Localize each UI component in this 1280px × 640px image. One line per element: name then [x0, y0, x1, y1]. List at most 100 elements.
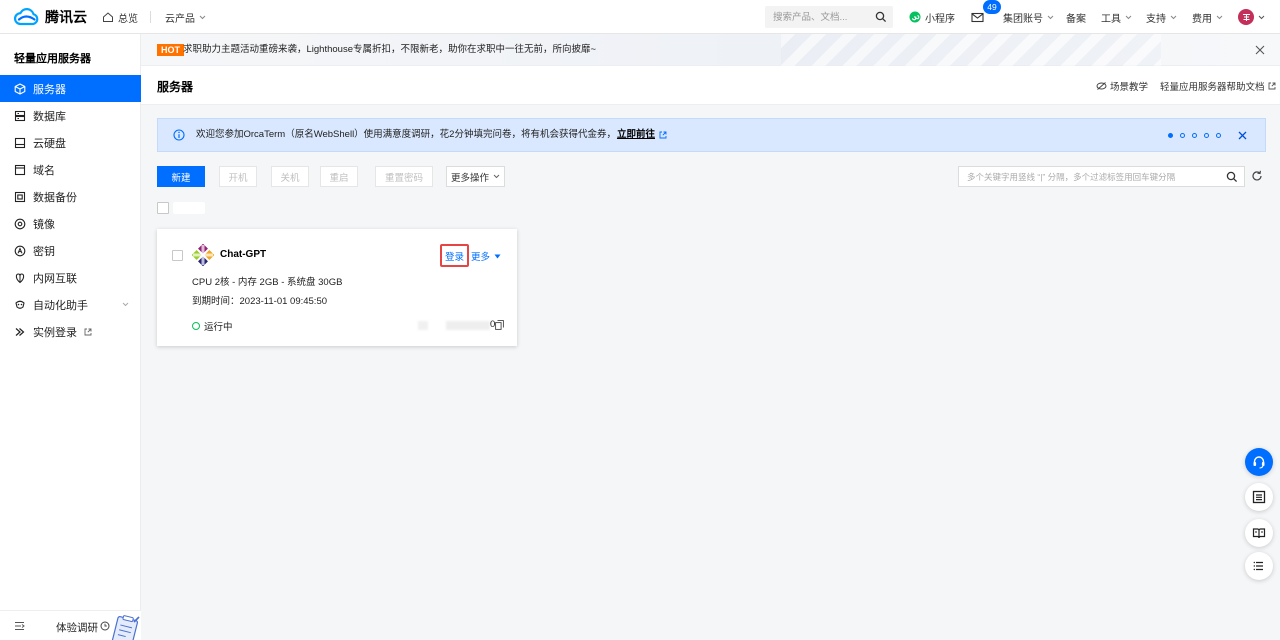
miniprogram-link[interactable]: 小程序	[909, 0, 955, 34]
refresh-icon[interactable]	[1251, 170, 1263, 182]
messages-button[interactable]	[971, 0, 984, 34]
external-link-icon	[1268, 82, 1276, 90]
products-label: 云产品	[165, 13, 195, 25]
login-label: 登录	[444, 251, 464, 263]
carousel-dot[interactable]	[1216, 133, 1221, 138]
support-menu[interactable]: 支持	[1146, 0, 1177, 34]
customer-service-button[interactable]	[1245, 448, 1273, 476]
document-list-icon	[1252, 490, 1266, 504]
tencent-cloud-logo-icon	[13, 7, 40, 27]
network-icon	[14, 272, 26, 284]
restart-button[interactable]: 重启	[320, 166, 358, 187]
menu-button[interactable]	[1245, 552, 1273, 580]
caret-down-icon	[494, 254, 501, 259]
avatar[interactable]	[1238, 9, 1254, 25]
beian-link[interactable]: 备案	[1066, 0, 1086, 34]
chevron-down-icon	[1047, 15, 1054, 20]
start-button[interactable]: 开机	[219, 166, 257, 187]
login-button[interactable]: 登录	[440, 244, 469, 267]
instance-more-menu[interactable]: 更多	[471, 249, 501, 263]
close-icon[interactable]	[1255, 45, 1265, 55]
global-search	[765, 6, 893, 28]
book-icon	[1252, 526, 1266, 540]
promo-text[interactable]: 求职助力主题活动重磅来袭，Lighthouse专属折扣，不限新老，助你在求职中一…	[183, 43, 596, 57]
support-label: 支持	[1146, 13, 1166, 25]
login-icon	[14, 326, 26, 338]
promo-banner[interactable]: HOT 求职助力主题活动重磅来袭，Lighthouse专属折扣，不限新老，助你在…	[141, 34, 1280, 66]
user-menu-toggle[interactable]	[1258, 0, 1265, 34]
external-link-icon[interactable]	[659, 131, 667, 139]
sidebar-footer: 体验调研	[0, 610, 141, 640]
notice-link[interactable]: 立即前往	[617, 128, 655, 142]
menu-list-icon	[1253, 560, 1265, 572]
sidebar-item-label: 数据库	[33, 110, 66, 123]
carousel-dot[interactable]	[1192, 133, 1197, 138]
chevron-down-icon	[1170, 15, 1177, 20]
notice-text-row: 欢迎您参加OrcaTerm（原名WebShell）使用满意度调研，花2分钟填完问…	[196, 128, 667, 142]
hot-badge: HOT	[157, 44, 184, 56]
sidebar-item-label: 域名	[33, 164, 55, 177]
account-menu[interactable]: 集团账号	[1003, 0, 1054, 34]
page-header: 服务器 场景教学 轻量应用服务器帮助文档	[141, 66, 1280, 105]
more-label: 更多	[471, 252, 491, 263]
carousel-dot[interactable]	[1168, 133, 1173, 138]
more-actions-label: 更多操作	[450, 172, 489, 184]
instance-name[interactable]: Chat-GPT	[220, 249, 266, 260]
redacted-ip	[446, 321, 490, 330]
survey-clipboard-icon	[108, 613, 141, 640]
carousel-dot[interactable]	[1180, 133, 1185, 138]
chevron-down-icon	[122, 302, 129, 307]
scene-tutorial-label: 场景教学	[1110, 81, 1149, 93]
select-all-checkbox[interactable]	[157, 202, 169, 214]
divider	[150, 11, 151, 23]
sidebar-item-database[interactable]: 数据库	[0, 102, 141, 129]
stop-button[interactable]: 关机	[271, 166, 309, 187]
survey-label[interactable]: 体验调研	[56, 620, 98, 635]
sidebar-item-domain[interactable]: 域名	[0, 156, 141, 183]
sidebar-item-intranet[interactable]: 内网互联	[0, 264, 141, 291]
logo[interactable]: 腾讯云	[13, 0, 87, 34]
main-content: HOT 求职助力主题活动重磅来袭，Lighthouse专属折扣，不限新老，助你在…	[141, 34, 1280, 640]
chevron-down-icon	[493, 174, 500, 179]
logo-text: 腾讯云	[45, 9, 87, 25]
reset-password-button[interactable]: 重置密码	[375, 166, 433, 187]
instance-expiry: 到期时间：2023-11-01 09:45:50	[192, 296, 328, 307]
more-actions-button[interactable]: 更多操作	[446, 166, 505, 187]
close-icon[interactable]	[1238, 131, 1247, 140]
carousel-dot[interactable]	[1204, 133, 1209, 138]
sidebar-item-keys[interactable]: 密钥	[0, 237, 141, 264]
instance-checkbox[interactable]	[172, 250, 183, 261]
overview-label: 总览	[118, 13, 138, 25]
search-icon[interactable]	[875, 11, 887, 23]
overview-link[interactable]: 总览	[102, 0, 138, 34]
tools-menu[interactable]: 工具	[1101, 0, 1132, 34]
chevron-down-icon	[1216, 15, 1223, 20]
sidebar-item-backup[interactable]: 数据备份	[0, 183, 141, 210]
miniprogram-label: 小程序	[925, 13, 955, 25]
collapse-sidebar-icon[interactable]	[14, 621, 25, 631]
search-icon[interactable]	[1226, 171, 1238, 183]
documents-button[interactable]	[1245, 483, 1273, 511]
sidebar-item-label: 镜像	[33, 218, 55, 231]
backup-icon	[14, 191, 26, 203]
database-icon	[14, 110, 26, 122]
billing-menu[interactable]: 费用	[1192, 0, 1223, 34]
products-menu[interactable]: 云产品	[165, 0, 206, 34]
global-search-input[interactable]	[765, 6, 893, 28]
help-docs-label: 轻量应用服务器帮助文档	[1160, 81, 1265, 93]
sidebar-item-cloud-disk[interactable]: 云硬盘	[0, 129, 141, 156]
help-docs-link[interactable]: 轻量应用服务器帮助文档	[1160, 66, 1276, 105]
sidebar-item-automation[interactable]: 自动化助手	[0, 291, 141, 318]
sidebar-item-instance-login[interactable]: 实例登录	[0, 318, 141, 345]
copy-icon[interactable]	[495, 320, 504, 330]
tutorial-icon	[1096, 81, 1107, 91]
sidebar-item-image[interactable]: 镜像	[0, 210, 141, 237]
instance-search	[958, 166, 1245, 187]
scene-tutorial-link[interactable]: 场景教学	[1096, 66, 1148, 105]
chevron-down-icon	[1258, 15, 1265, 20]
instance-search-input[interactable]	[959, 167, 1244, 186]
sidebar: 轻量应用服务器 服务器 数据库 云硬盘 域名 数据备份 镜像 密钥 内网互联 自…	[0, 34, 141, 640]
sidebar-item-servers[interactable]: 服务器	[0, 75, 141, 102]
guide-button[interactable]	[1245, 519, 1273, 547]
create-button[interactable]: 新建	[157, 166, 205, 187]
